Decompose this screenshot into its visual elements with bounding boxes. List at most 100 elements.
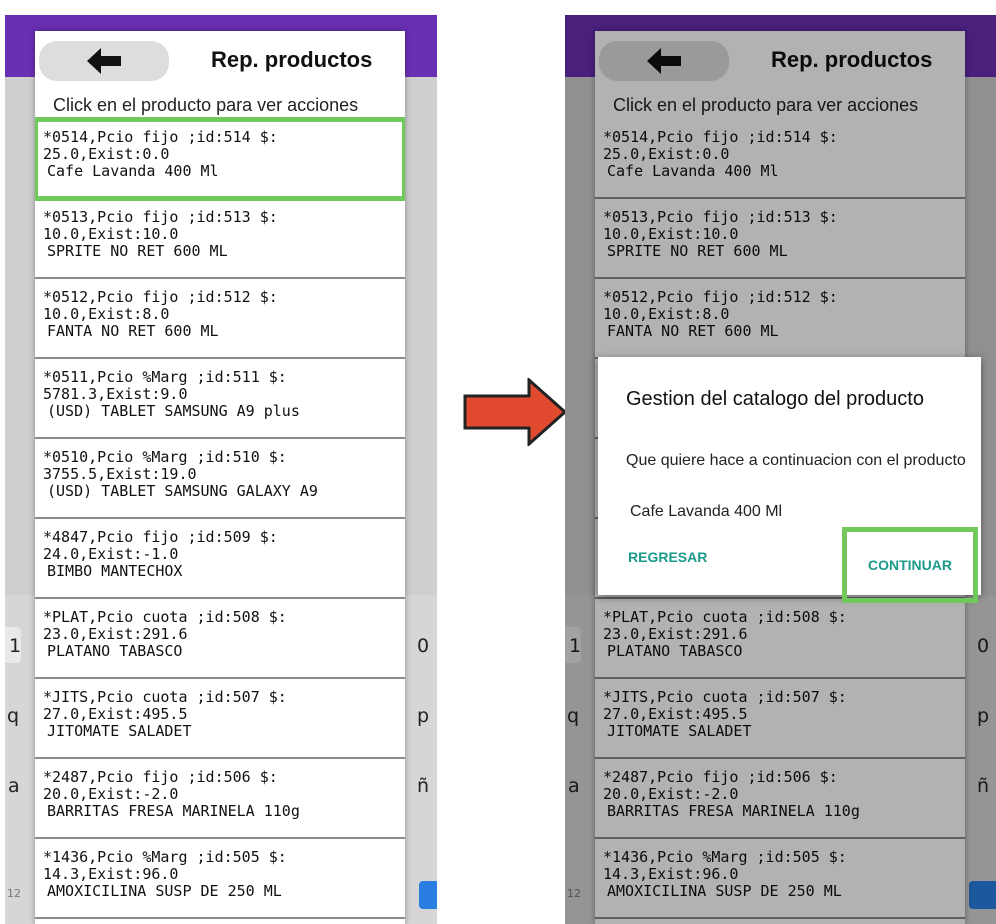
product-code-line: *1436,Pcio %Marg ;id:505 $: bbox=[603, 848, 847, 866]
product-item[interactable]: *0511,Pcio %Marg ;id:511 $: 5781.3,Exist… bbox=[35, 359, 405, 439]
keyboard-edge-key[interactable]: p bbox=[417, 705, 429, 727]
product-item[interactable]: *2487,Pcio fijo ;id:506 $: 20.0,Exist:-2… bbox=[595, 759, 965, 839]
product-name: BIMBO MANTECHOX bbox=[47, 562, 183, 580]
product-name: AMOXICILINA SUSP DE 250 ML bbox=[607, 882, 842, 900]
product-item[interactable]: *PLAT,Pcio cuota ;id:508 $: 23.0,Exist:2… bbox=[595, 599, 965, 679]
keyboard-edge-key[interactable]: q bbox=[567, 705, 579, 727]
product-price-line: 20.0,Exist:-2.0 bbox=[603, 785, 739, 803]
keyboard-edge-key[interactable]: a bbox=[8, 775, 20, 797]
dialog-hint: Click en el producto para ver acciones bbox=[613, 95, 919, 115]
product-item[interactable]: *JITS,Pcio cuota ;id:507 $: 27.0,Exist:4… bbox=[35, 679, 405, 759]
product-price-line: 25.0,Exist:0.0 bbox=[603, 145, 730, 163]
product-price-line: 27.0,Exist:495.5 bbox=[603, 705, 748, 723]
product-name: FANTA NO RET 600 ML bbox=[607, 322, 779, 340]
product-name: SPRITE NO RET 600 ML bbox=[607, 242, 788, 260]
product-name: PLATANO TABASCO bbox=[607, 642, 743, 660]
product-item[interactable]: *0514,Pcio fijo ;id:514 $: 25.0,Exist:0.… bbox=[35, 117, 405, 201]
keyboard-edge-key[interactable]: 12 bbox=[7, 887, 21, 900]
keyboard-edge-key[interactable]: a bbox=[568, 775, 580, 797]
product-name: FANTA NO RET 600 ML bbox=[47, 322, 219, 340]
confirm-dialog-message: Que quiere hace a continuacion con el pr… bbox=[626, 452, 966, 469]
dialog-title: Rep. productos bbox=[771, 47, 933, 72]
product-code-line: *PLAT,Pcio cuota ;id:508 $: bbox=[603, 608, 847, 626]
product-name: BARRITAS FRESA MARINELA 110g bbox=[607, 802, 860, 820]
product-code-line: *4847,Pcio fijo ;id:509 $: bbox=[43, 528, 278, 546]
product-price-line: 23.0,Exist:291.6 bbox=[43, 625, 188, 643]
product-item[interactable]: *0514,Pcio fijo ;id:514 $: 25.0,Exist:0.… bbox=[595, 119, 965, 199]
product-price-line: 10.0,Exist:8.0 bbox=[603, 305, 730, 323]
back-button[interactable] bbox=[599, 41, 729, 81]
product-item[interactable]: *1436,Pcio %Marg ;id:505 $: 14.3,Exist:9… bbox=[35, 839, 405, 919]
keyboard-edge-key[interactable]: ñ bbox=[977, 775, 989, 797]
phone-screen-before: 1 q a 0 p ñ 12 Rep. productos Click en e… bbox=[5, 15, 437, 924]
product-code-line: *0511,Pcio %Marg ;id:511 $: bbox=[43, 368, 287, 386]
product-price-line: 23.0,Exist:291.6 bbox=[603, 625, 748, 643]
confirm-dialog-product: Cafe Lavanda 400 Ml bbox=[630, 503, 783, 520]
keyboard-edge-key[interactable]: 1 bbox=[9, 635, 21, 657]
product-code-line: *0514,Pcio fijo ;id:514 $: bbox=[603, 128, 838, 146]
product-item[interactable]: *2487,Pcio fijo ;id:506 $: 20.0,Exist:-2… bbox=[35, 759, 405, 839]
product-name: JITOMATE SALADET bbox=[607, 722, 752, 740]
product-code-line: *2487,Pcio fijo ;id:506 $: bbox=[43, 768, 278, 786]
keyboard-edge-key[interactable]: p bbox=[977, 705, 989, 727]
product-code-line: *0513,Pcio fijo ;id:513 $: bbox=[43, 208, 278, 226]
keyboard-edge-key[interactable]: q bbox=[7, 705, 19, 727]
product-item[interactable]: *0510,Pcio %Marg ;id:510 $: 3755.5,Exist… bbox=[35, 439, 405, 519]
product-list: *0514,Pcio fijo ;id:514 $: 25.0,Exist:0.… bbox=[35, 117, 405, 919]
product-name: SPRITE NO RET 600 ML bbox=[47, 242, 228, 260]
product-code-line: *PLAT,Pcio cuota ;id:508 $: bbox=[43, 608, 287, 626]
product-item[interactable]: *0513,Pcio fijo ;id:513 $: 10.0,Exist:10… bbox=[35, 199, 405, 279]
keyboard-edge-key[interactable]: 0 bbox=[417, 635, 429, 657]
product-price-line: 10.0,Exist:8.0 bbox=[43, 305, 170, 323]
keyboard-edge-key[interactable]: 0 bbox=[977, 635, 989, 657]
product-name: (USD) TABLET SAMSUNG GALAXY A9 bbox=[47, 482, 318, 500]
catalog-action-dialog: Gestion del catalogo del producto Que qu… bbox=[598, 357, 981, 603]
product-price-line: 24.0,Exist:-1.0 bbox=[43, 545, 179, 563]
product-price-line: 5781.3,Exist:9.0 bbox=[43, 385, 188, 403]
product-item[interactable]: *0512,Pcio fijo ;id:512 $: 10.0,Exist:8.… bbox=[595, 279, 965, 359]
product-item[interactable]: *JITS,Pcio cuota ;id:507 $: 27.0,Exist:4… bbox=[595, 679, 965, 759]
product-price-line: 3755.5,Exist:19.0 bbox=[43, 465, 197, 483]
keyboard-edge-key[interactable]: ñ bbox=[417, 775, 429, 797]
back-arrow-icon bbox=[87, 48, 121, 74]
product-code-line: *1436,Pcio %Marg ;id:505 $: bbox=[43, 848, 287, 866]
product-list-dialog: Rep. productos Click en el producto para… bbox=[35, 31, 405, 924]
confirm-dialog-title: Gestion del catalogo del producto bbox=[626, 388, 924, 410]
product-code-line: *0514,Pcio fijo ;id:514 $: bbox=[43, 128, 278, 146]
back-button[interactable] bbox=[39, 41, 169, 81]
product-code-line: *0512,Pcio fijo ;id:512 $: bbox=[43, 288, 278, 306]
product-price-line: 10.0,Exist:10.0 bbox=[43, 225, 179, 243]
product-item[interactable]: *1436,Pcio %Marg ;id:505 $: 14.3,Exist:9… bbox=[595, 839, 965, 919]
product-price-line: 14.3,Exist:96.0 bbox=[603, 865, 739, 883]
product-name: Cafe Lavanda 400 Ml bbox=[607, 162, 779, 180]
product-item[interactable]: *0512,Pcio fijo ;id:512 $: 10.0,Exist:8.… bbox=[35, 279, 405, 359]
product-code-line: *JITS,Pcio cuota ;id:507 $: bbox=[43, 688, 287, 706]
product-code-line: *0510,Pcio %Marg ;id:510 $: bbox=[43, 448, 287, 466]
product-price-line: 10.0,Exist:10.0 bbox=[603, 225, 739, 243]
keyboard-enter-key[interactable] bbox=[419, 881, 437, 909]
regresar-button[interactable]: REGRESAR bbox=[628, 549, 707, 565]
phone-screen-after: 1 q a 0 p ñ 12 Rep. productos Click en e… bbox=[565, 15, 996, 924]
transition-arrow-icon bbox=[463, 378, 567, 446]
product-name: AMOXICILINA SUSP DE 250 ML bbox=[47, 882, 282, 900]
keyboard-enter-key[interactable] bbox=[969, 881, 996, 909]
product-item[interactable]: *4847,Pcio fijo ;id:509 $: 24.0,Exist:-1… bbox=[35, 519, 405, 599]
dialog-hint: Click en el producto para ver acciones bbox=[53, 95, 359, 115]
product-price-line: 27.0,Exist:495.5 bbox=[43, 705, 188, 723]
product-code-line: *2487,Pcio fijo ;id:506 $: bbox=[603, 768, 838, 786]
product-name: (USD) TABLET SAMSUNG A9 plus bbox=[47, 402, 300, 420]
product-item[interactable]: *0513,Pcio fijo ;id:513 $: 10.0,Exist:10… bbox=[595, 199, 965, 279]
product-name: PLATANO TABASCO bbox=[47, 642, 183, 660]
keyboard-edge-key[interactable]: 12 bbox=[567, 887, 581, 900]
product-price-line: 25.0,Exist:0.0 bbox=[43, 145, 170, 163]
product-code-line: *0513,Pcio fijo ;id:513 $: bbox=[603, 208, 838, 226]
keyboard-edge-key[interactable]: 1 bbox=[569, 635, 581, 657]
product-name: JITOMATE SALADET bbox=[47, 722, 192, 740]
product-code-line: *0512,Pcio fijo ;id:512 $: bbox=[603, 288, 838, 306]
continuar-button[interactable]: CONTINUAR bbox=[842, 527, 978, 603]
continuar-button-label: CONTINUAR bbox=[868, 557, 952, 573]
product-name: Cafe Lavanda 400 Ml bbox=[47, 162, 219, 180]
product-item[interactable]: *PLAT,Pcio cuota ;id:508 $: 23.0,Exist:2… bbox=[35, 599, 405, 679]
product-name: BARRITAS FRESA MARINELA 110g bbox=[47, 802, 300, 820]
back-arrow-icon bbox=[647, 48, 681, 74]
